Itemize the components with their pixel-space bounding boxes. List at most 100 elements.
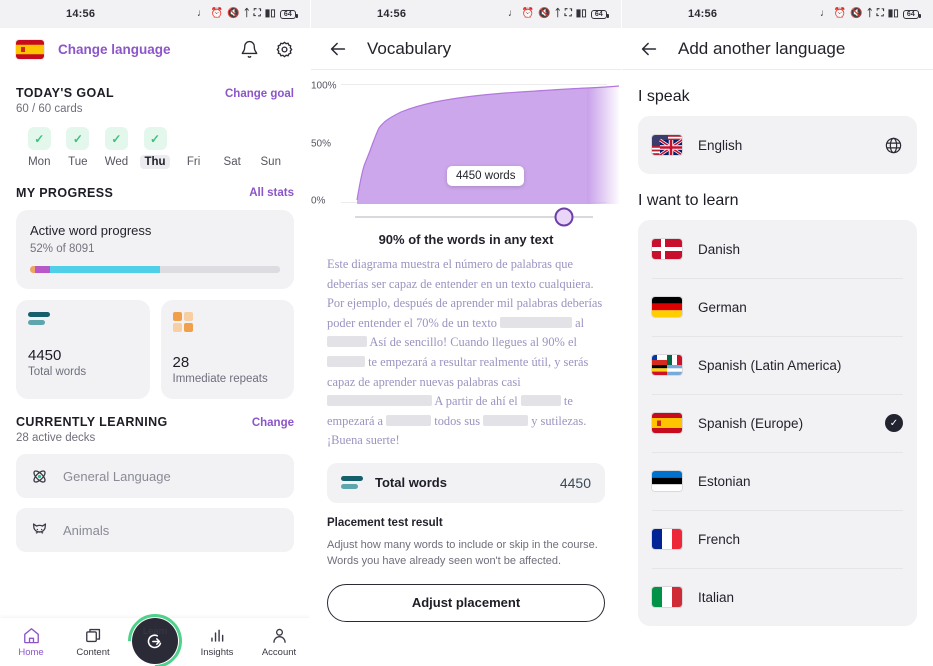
germany-flag-icon [652,297,682,317]
bluetooth-icon: ᛏ [243,8,250,19]
nav-item-content[interactable]: Content [62,626,124,658]
day-chip: ✓ [27,127,51,150]
todays-goal-section: TODAY'S GOAL 60 / 60 cards Change goal ✓… [0,70,310,170]
status-time: 14:56 [688,8,718,20]
goal-subtitle: 60 / 60 cards [16,103,83,115]
active-word-progress-card[interactable]: Active word progress 52% of 8091 [16,210,294,289]
france-flag-icon [652,529,682,549]
redacted-word [327,355,365,367]
chart-caption: 90% of the words in any text [378,232,554,247]
total-words-value: 4450 [559,474,591,491]
language-name: French [698,531,741,547]
total-words-label: Total words [28,366,87,378]
language-name: German [698,299,747,315]
chart-plot-area: 4450 words [355,82,620,204]
nav-item-home[interactable]: Home [0,626,62,658]
day-tue[interactable]: ✓ Tue [59,127,98,170]
learning-title: CURRENTLY LEARNING [16,415,168,429]
home-header-actions [240,40,294,59]
language-row-danish[interactable]: Danish [638,220,917,278]
learn-fab[interactable] [116,602,194,666]
change-language-link[interactable]: Change language [58,42,171,57]
check-icon: ✓ [149,131,161,146]
back-arrow-icon[interactable] [638,38,660,60]
content-icon [84,626,103,645]
learning-subtitle: 28 active decks [16,432,96,444]
goal-heading-block: TODAY'S GOAL 60 / 60 cards [16,70,114,115]
globe-icon[interactable] [884,136,903,155]
bars-icon [28,312,138,325]
all-stats-link[interactable]: All stats [249,187,294,200]
signal-icon: ▮▯ [887,8,899,19]
total-words-row[interactable]: Total words 4450 [327,462,605,503]
language-row-english[interactable]: English [638,116,917,174]
deck-general-language[interactable]: General Language [16,454,294,498]
goal-title: TODAY'S GOAL [16,86,115,100]
day-sun[interactable]: Sun [251,127,290,170]
status-icons: ♩ ⏰ 🔇 ᛏ ⛶ ▮▯ 64 [507,8,610,19]
language-row-estonian[interactable]: Estonian [638,452,917,510]
language-row-german[interactable]: German [638,278,917,336]
status-time: 14:56 [66,8,96,20]
day-thu[interactable]: ✓ Thu [136,127,175,170]
blurb-part-5: A partir de ahí el [432,394,521,409]
language-row-italian[interactable]: Italian [638,568,917,626]
y-tick-100: 100% [311,80,337,92]
blurb-part-4: te empezará a resultar realmente útil, y… [327,354,589,389]
total-words-card[interactable]: 4450 Total words [16,300,150,399]
deck-name: General Language [63,468,171,484]
change-goal-link[interactable]: Change goal [225,88,294,101]
back-arrow-icon[interactable] [327,38,349,60]
headphones-icon: ♩ [507,8,518,19]
language-name: Danish [698,241,741,257]
day-label: Tue [68,156,88,168]
battery-indicator: 64 [902,9,922,19]
learning-heading-block: CURRENTLY LEARNING 28 active decks [16,399,168,444]
status-bar: 14:56 ♩ ⏰ 🔇 ᛏ ⛶ ▮▯ 64 [311,0,621,28]
language-row-french[interactable]: French [638,510,917,568]
day-sat[interactable]: Sat [213,127,252,170]
day-chip: ✓ [66,127,90,150]
day-wed[interactable]: ✓ Wed [97,127,136,170]
deck-animals[interactable]: Animals [16,508,294,552]
spain-flag-icon [16,39,44,59]
day-label: Mon [28,156,51,168]
nav-label: Account [261,647,297,658]
progress-seg-purple [35,266,50,273]
day-mon[interactable]: ✓ Mon [20,127,59,170]
week-strip: ✓ Mon ✓ Tue ✓ Wed ✓ Thu Fri Sat Sun [16,127,294,170]
y-tick-0: 0% [311,195,326,207]
check-icon: ✓ [885,414,903,432]
signal-icon: ▮▯ [575,8,587,19]
nav-item-account[interactable]: Account [248,626,310,658]
adjust-placement-button[interactable]: Adjust placement [327,583,605,622]
deck-name: Animals [63,522,110,538]
row-trailing[interactable] [884,136,903,155]
slider-thumb[interactable] [554,207,574,227]
status-bar: 14:56 ♩ ⏰ 🔇 ᛏ ⛶ ▮▯ 64 [0,0,310,28]
denmark-flag-icon [652,239,682,259]
nav-item-insights[interactable]: Insights [186,626,248,658]
language-row-spanish-latin-america[interactable]: Spanish (Latin America) [638,336,917,394]
bluetooth-icon: ᛏ [554,8,561,19]
learning-header: CURRENTLY LEARNING 28 active decks Chang… [16,399,294,444]
mute-icon: 🔇 [538,8,551,19]
stat-cards: 4450 Total words 28 Immediate repeats [16,300,294,399]
gear-icon[interactable] [275,40,294,59]
language-row-spanish-europe[interactable]: Spanish (Europe) ✓ [638,394,917,452]
vocabulary-slider[interactable] [355,207,593,227]
change-decks-link[interactable]: Change [252,417,294,430]
grid-icon [172,312,194,332]
progress-title: MY PROGRESS [16,186,114,200]
day-fri[interactable]: Fri [174,127,213,170]
bell-icon[interactable] [240,40,259,59]
us-uk-flag-icon [652,135,682,155]
progress-card-subtitle: 52% of 8091 [30,243,95,255]
nav-label: Home [18,647,44,658]
latam-flag-icon [652,355,682,375]
chart-tooltip: 4450 words [447,166,525,186]
vocabulary-description: Este diagrama muestra el número de palab… [311,247,621,451]
immediate-repeats-card[interactable]: 28 Immediate repeats [160,300,294,399]
language-name: Spanish (Europe) [698,415,804,431]
my-progress-section: MY PROGRESS All stats Active word progre… [0,186,310,399]
